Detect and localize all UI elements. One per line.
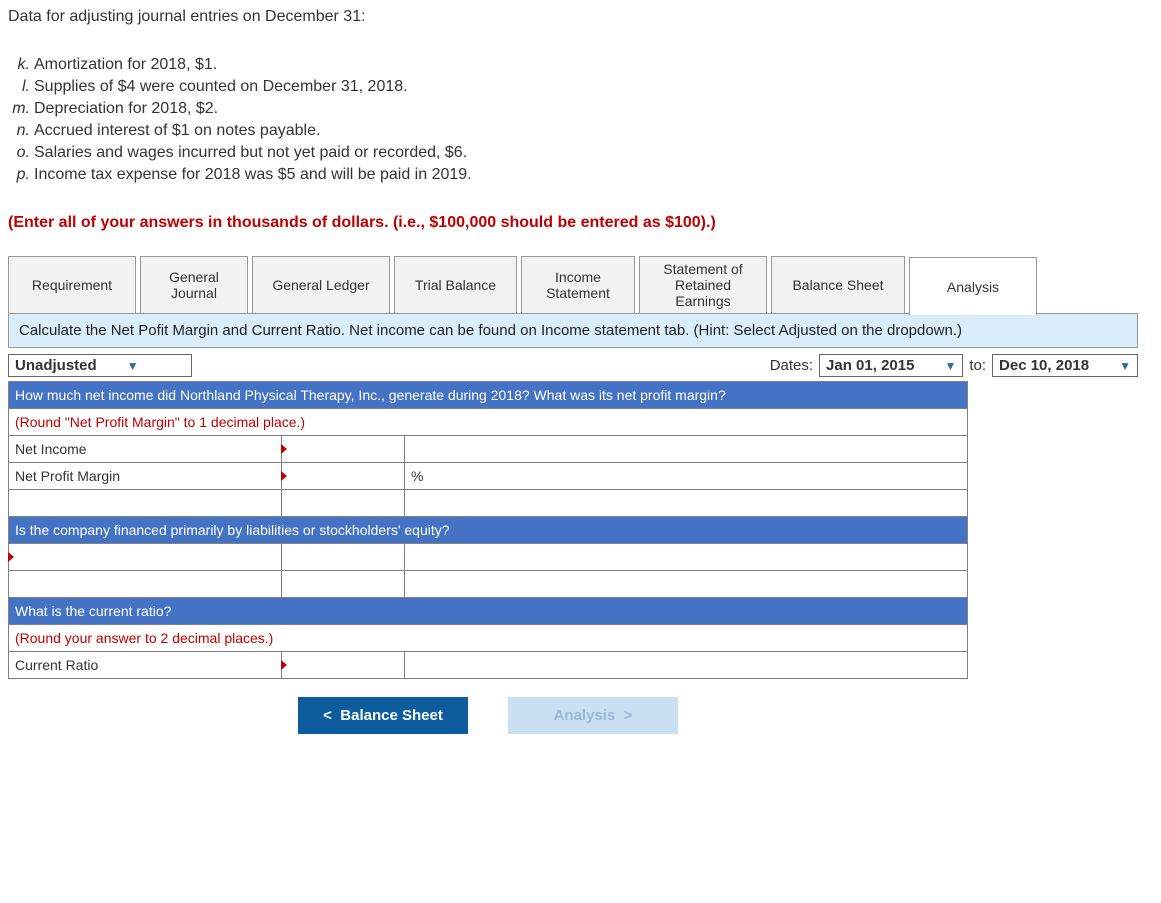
tab-retained-earnings[interactable]: Statement of Retained Earnings — [639, 256, 767, 314]
list-letter: m. — [8, 98, 30, 120]
empty-cell — [9, 490, 282, 517]
tab-bar: Requirement General Journal General Ledg… — [8, 256, 1153, 314]
intro-title: Data for adjusting journal entries on De… — [8, 8, 1153, 26]
list-letter: k. — [8, 54, 30, 76]
current-ratio-label: Current Ratio — [9, 652, 282, 679]
empty-cell — [282, 490, 405, 517]
chevron-down-icon: ▼ — [127, 359, 139, 373]
list-text: Amortization for 2018, $1. — [34, 56, 217, 73]
section1-question: How much net income did Northland Physic… — [9, 382, 968, 409]
section3-instruction: (Round your answer to 2 decimal places.) — [9, 625, 968, 652]
tab-general-journal[interactable]: General Journal — [140, 256, 248, 314]
dropdown-value: Unadjusted — [15, 357, 97, 374]
empty-cell — [282, 544, 405, 571]
next-button[interactable]: Analysis > — [508, 697, 678, 734]
date-from-dropdown[interactable]: Jan 01, 2015 ▼ — [819, 354, 963, 377]
tab-requirement[interactable]: Requirement — [8, 256, 136, 314]
list-text: Accrued interest of $1 on notes payable. — [34, 122, 320, 139]
empty-cell — [405, 544, 968, 571]
instruction-bar: Calculate the Net Pofit Margin and Curre… — [8, 313, 1138, 348]
date-to-dropdown[interactable]: Dec 10, 2018 ▼ — [992, 354, 1138, 377]
adjusted-dropdown[interactable]: Unadjusted ▼ — [8, 354, 192, 377]
tab-trial-balance[interactable]: Trial Balance — [394, 256, 517, 314]
empty-cell — [9, 571, 282, 598]
list-text: Depreciation for 2018, $2. — [34, 100, 218, 117]
section2-question: Is the company financed primarily by lia… — [9, 517, 968, 544]
percent-label: % — [405, 463, 968, 490]
chevron-left-icon: < — [323, 707, 332, 724]
list-letter: n. — [8, 120, 30, 142]
empty-cell — [282, 571, 405, 598]
next-label: Analysis — [554, 707, 616, 724]
list-letter: l. — [8, 76, 30, 98]
financed-by-input[interactable] — [9, 544, 282, 571]
net-income-label: Net Income — [9, 436, 282, 463]
date-to-value: Dec 10, 2018 — [999, 357, 1089, 374]
net-profit-margin-input[interactable] — [282, 463, 405, 490]
dates-label: Dates: — [770, 357, 813, 374]
prev-label: Balance Sheet — [340, 707, 443, 724]
date-from-value: Jan 01, 2015 — [826, 357, 914, 374]
section1-instruction: (Round "Net Profit Margin" to 1 decimal … — [9, 409, 968, 436]
tab-income-statement[interactable]: Income Statement — [521, 256, 635, 314]
empty-cell — [405, 436, 968, 463]
list-text: Income tax expense for 2018 was $5 and w… — [34, 166, 472, 183]
list-text: Salaries and wages incurred but not yet … — [34, 144, 467, 161]
empty-cell — [405, 652, 968, 679]
empty-cell — [405, 571, 968, 598]
tab-general-ledger[interactable]: General Ledger — [252, 256, 390, 314]
list-text: Supplies of $4 were counted on December … — [34, 78, 408, 95]
net-income-input[interactable] — [282, 436, 405, 463]
to-label: to: — [969, 357, 986, 374]
tab-analysis[interactable]: Analysis — [909, 257, 1037, 315]
section3-question: What is the current ratio? — [9, 598, 968, 625]
net-profit-margin-label: Net Profit Margin — [9, 463, 282, 490]
current-ratio-input[interactable] — [282, 652, 405, 679]
enter-note: (Enter all of your answers in thousands … — [8, 214, 1153, 232]
chevron-down-icon: ▼ — [944, 359, 956, 373]
chevron-down-icon: ▼ — [1119, 359, 1131, 373]
chevron-right-icon: > — [624, 707, 633, 724]
adjusting-entries-list: k.Amortization for 2018, $1. l.Supplies … — [8, 54, 1153, 186]
list-letter: o. — [8, 142, 30, 164]
prev-button[interactable]: < Balance Sheet — [298, 697, 468, 734]
tab-balance-sheet[interactable]: Balance Sheet — [771, 256, 905, 314]
analysis-table: How much net income did Northland Physic… — [8, 381, 968, 679]
empty-cell — [405, 490, 968, 517]
list-letter: p. — [8, 164, 30, 186]
